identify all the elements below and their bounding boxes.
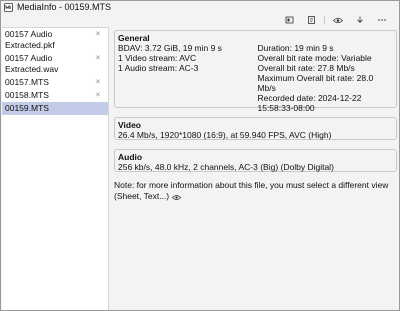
video-details: 26.4 Mb/s, 1920*1080 (16:9), at 59.940 F…: [118, 130, 332, 140]
file-name: 00157 Audio Extracted.pkf: [5, 29, 55, 50]
window-title: MediaInfo - 00159.MTS: [17, 2, 112, 12]
general-right-line: Recorded date: 2024-12-22: [257, 93, 362, 103]
note-line: (Sheet, Text...): [114, 191, 170, 201]
general-left-column: BDAV: 3.72 GiB, 19 min 9 s 1 Video strea…: [118, 43, 257, 113]
file-list-item[interactable]: 00158.MTS ✕: [2, 89, 108, 102]
general-left-line: 1 Audio stream: AC-3: [118, 63, 199, 73]
general-left-line: 1 Video stream: AVC: [118, 53, 197, 63]
eye-icon[interactable]: [327, 15, 349, 25]
export-icon[interactable]: [349, 15, 371, 25]
close-icon[interactable]: ✕: [95, 31, 102, 38]
more-icon[interactable]: [371, 15, 393, 25]
file-name: 00159.MTS: [5, 103, 49, 113]
file-list: 00157 Audio Extracted.pkf ✕ 00157 Audio …: [2, 27, 109, 310]
general-right-line: Duration: 19 min 9 s: [257, 43, 334, 53]
mediainfo-app-icon: [4, 3, 13, 12]
general-title: General: [118, 33, 150, 43]
general-right-column: Duration: 19 min 9 s Overall bit rate mo…: [257, 43, 393, 113]
file-name: 00158.MTS: [5, 90, 49, 100]
general-right-line: Overall bit rate: 27.8 Mb/s: [257, 63, 355, 73]
close-icon[interactable]: ✕: [95, 92, 102, 99]
general-right-line: 15:58:33-08:00: [257, 103, 315, 113]
toolbar-separator: [324, 16, 325, 24]
general-section: General BDAV: 3.72 GiB, 19 min 9 s 1 Vid…: [114, 30, 397, 113]
audio-details: 256 kb/s, 48.0 kHz, 2 channels, AC-3 (Bi…: [118, 162, 334, 172]
general-right-line: Maximum Overall bit rate: 28.0 Mb/s: [257, 73, 374, 93]
view-text-icon[interactable]: [300, 15, 322, 25]
video-section: Video 26.4 Mb/s, 1920*1080 (16:9), at 59…: [114, 117, 397, 140]
note-line: Note: for more information about this fi…: [114, 180, 389, 190]
file-name: 00157.MTS: [5, 77, 49, 87]
toolbar: [1, 14, 399, 26]
close-icon[interactable]: ✕: [95, 79, 102, 86]
audio-section: Audio 256 kb/s, 48.0 kHz, 2 channels, AC…: [114, 149, 397, 172]
view-note: Note: for more information about this fi…: [114, 180, 397, 202]
file-name: 00157 Audio Extracted.wav: [5, 53, 59, 74]
view-sheet-icon[interactable]: [278, 15, 300, 25]
info-panel: General BDAV: 3.72 GiB, 19 min 9 s 1 Vid…: [111, 27, 399, 310]
mediainfo-window: MediaInfo - 00159.MTS 00157 Audio Extrac…: [0, 0, 400, 311]
title-bar: MediaInfo - 00159.MTS: [1, 1, 399, 14]
file-list-item[interactable]: 00157 Audio Extracted.wav ✕: [2, 52, 108, 76]
general-left-line: BDAV: 3.72 GiB, 19 min 9 s: [118, 43, 222, 53]
eye-icon[interactable]: [171, 193, 181, 201]
file-list-item[interactable]: 00157.MTS ✕: [2, 76, 108, 89]
close-icon[interactable]: ✕: [95, 55, 102, 62]
video-title: Video: [118, 120, 141, 130]
file-list-item[interactable]: 00157 Audio Extracted.pkf ✕: [2, 28, 108, 52]
general-right-line: Overall bit rate mode: Variable: [257, 53, 372, 63]
audio-title: Audio: [118, 152, 143, 162]
file-list-item-selected[interactable]: 00159.MTS: [2, 102, 108, 115]
